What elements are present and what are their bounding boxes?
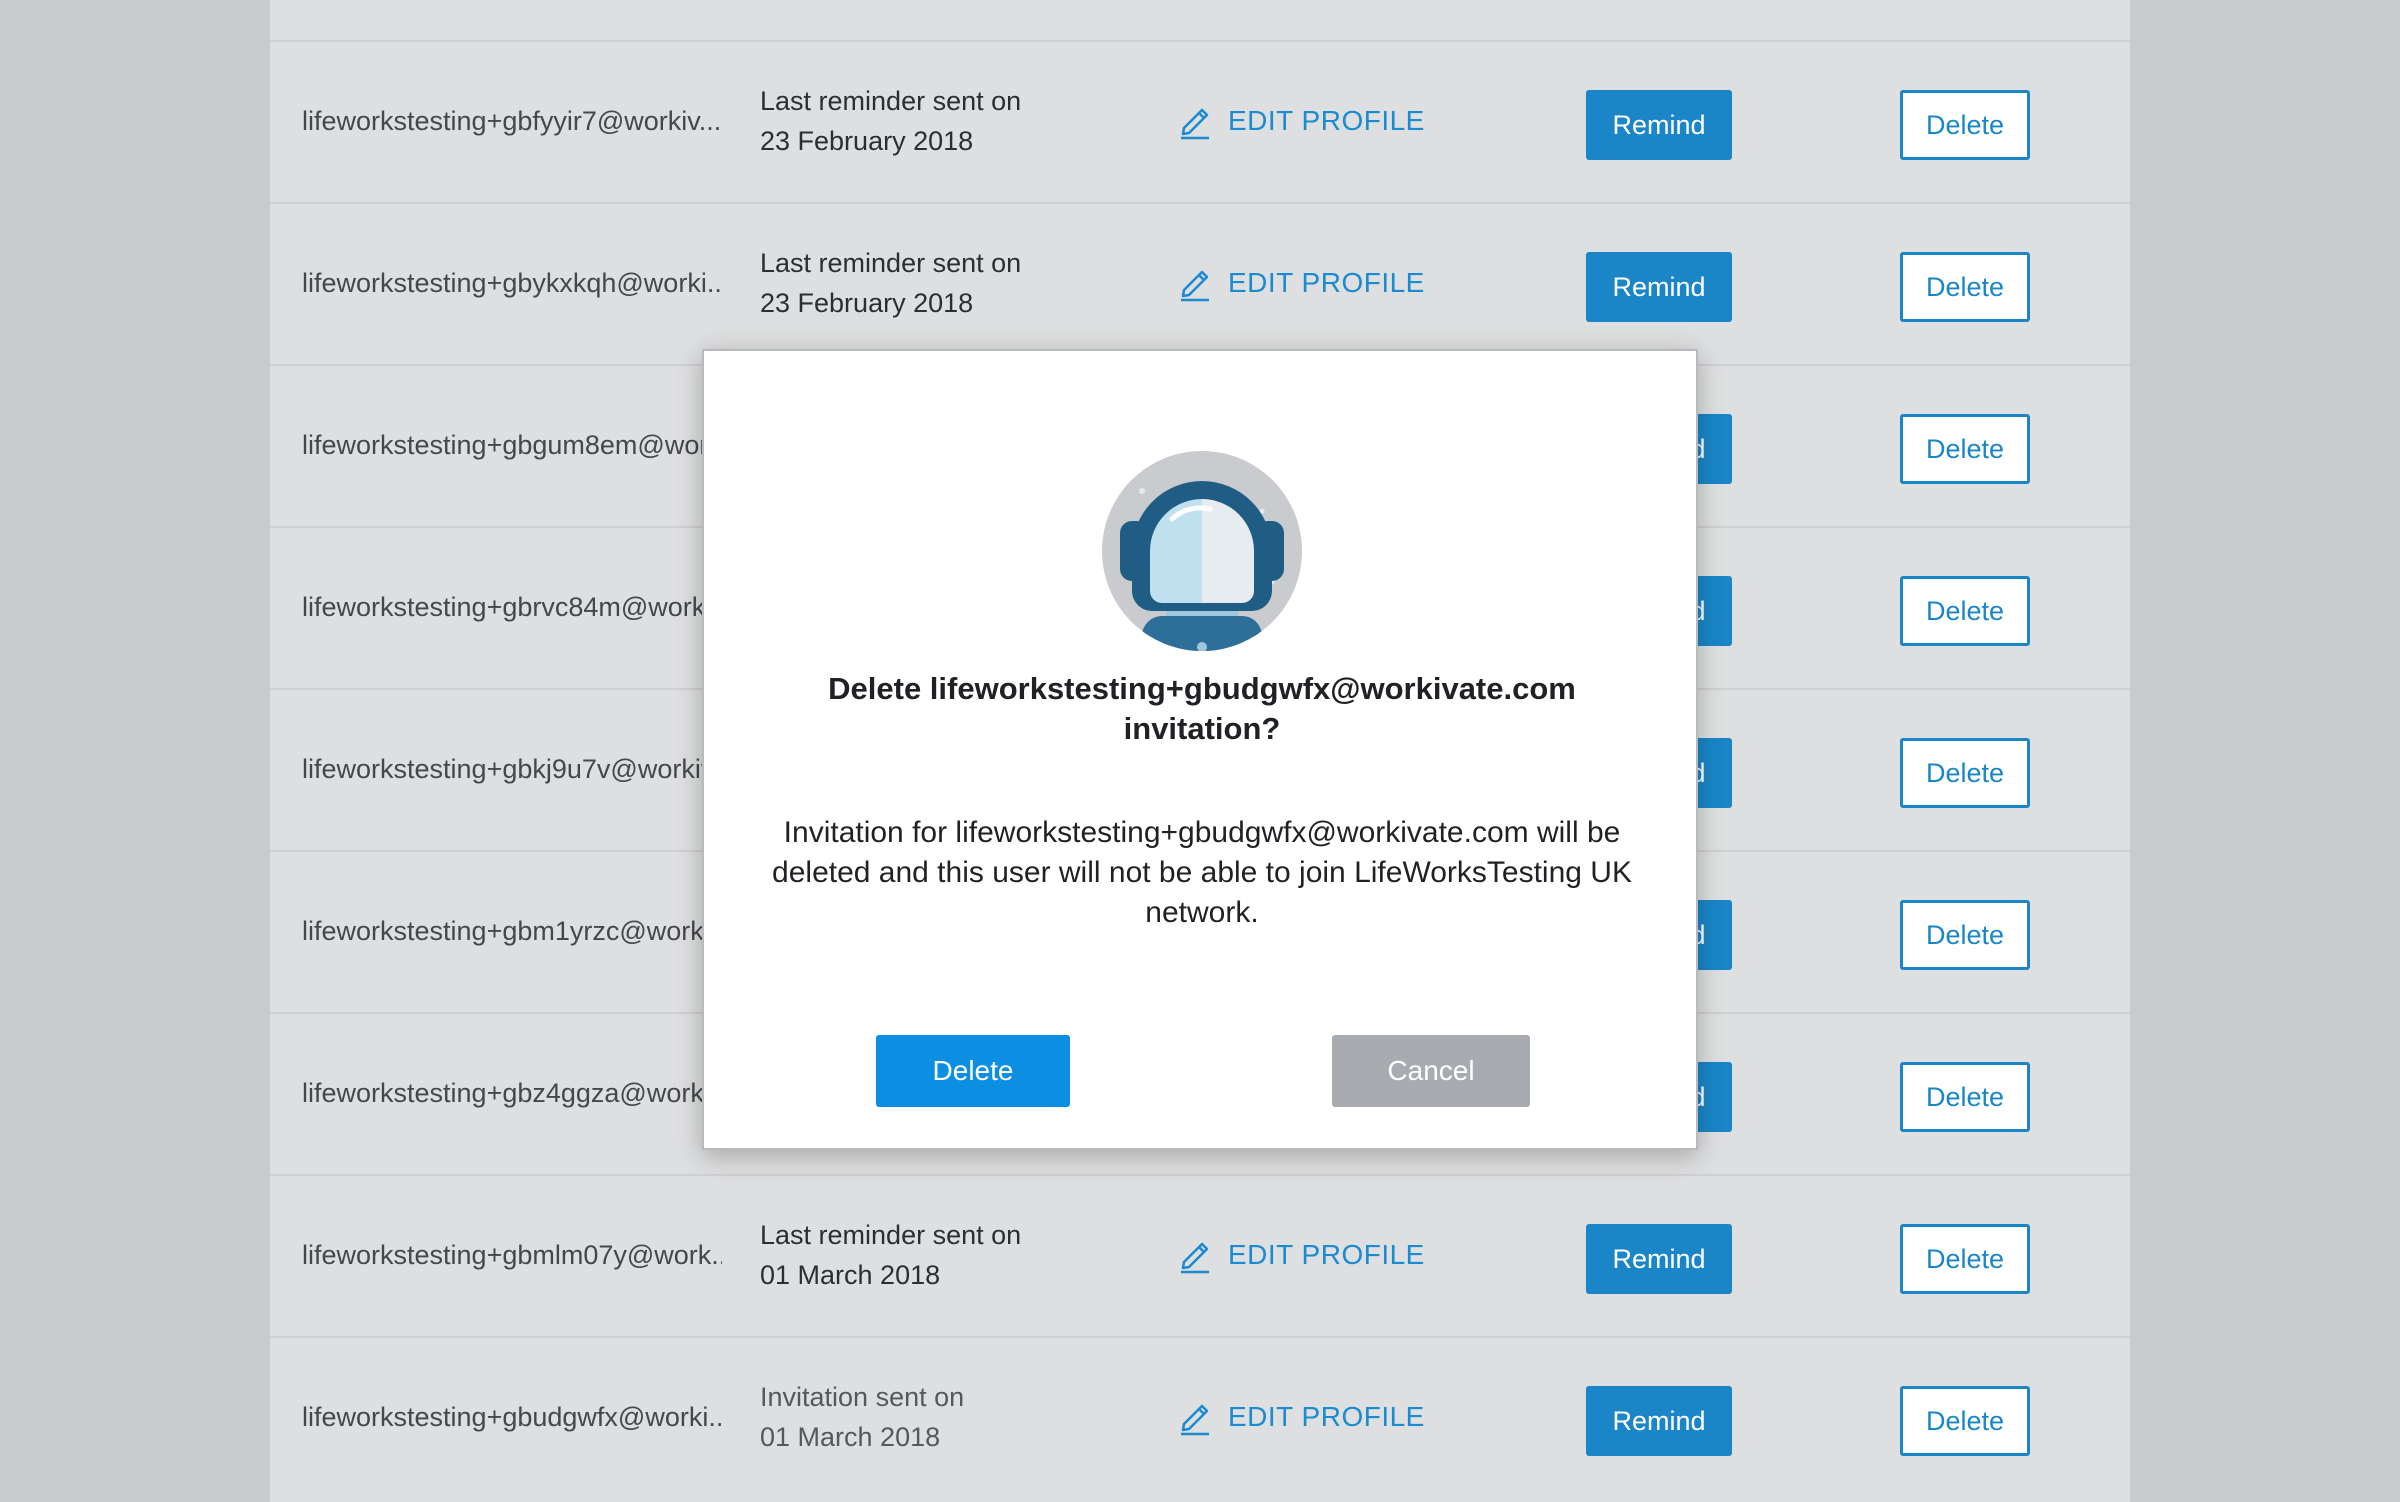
remind-button[interactable]: Remind — [1586, 252, 1732, 322]
delete-button[interactable]: Delete — [1900, 414, 2030, 484]
status-line-1: Last reminder sent on — [760, 1220, 1022, 1250]
edit-profile-label: EDIT PROFILE — [1228, 105, 1425, 136]
delete-button[interactable]: Delete — [1900, 252, 2030, 322]
confirm-delete-button[interactable]: Delete — [876, 1035, 1070, 1107]
status-line-2: 23 February 2018 — [760, 126, 974, 156]
edit-profile-link[interactable]: EDIT PROFILE — [1178, 42, 1425, 200]
remind-button[interactable]: Remind — [1586, 90, 1732, 160]
table-row: lifeworkstesting+gbykxkqh@worki... Last … — [270, 202, 2130, 362]
invite-email: lifeworkstesting+gbudgwfx@worki... — [302, 1401, 722, 1432]
table-row: lifeworkstesting+gbmlm07y@work... Last r… — [270, 1174, 2130, 1334]
delete-button[interactable]: Delete — [1900, 1386, 2030, 1456]
edit-profile-label: EDIT PROFILE — [1228, 1239, 1425, 1270]
edit-profile-label: EDIT PROFILE — [1228, 267, 1425, 298]
edit-profile-link[interactable]: EDIT PROFILE — [1178, 204, 1425, 362]
edit-profile-label: EDIT PROFILE — [1228, 1401, 1425, 1432]
delete-button[interactable]: Delete — [1900, 1224, 2030, 1294]
invite-email: lifeworkstesting+gbmlm07y@work... — [302, 1239, 722, 1270]
invite-status: Last reminder sent on 01 March 2018 — [760, 1176, 1021, 1334]
invite-email: lifeworkstesting+gbrvc84m@worki... — [302, 591, 722, 622]
status-line-2: 23 February 2018 — [760, 288, 974, 318]
invite-email: lifeworkstesting+gbfyyir7@workiv... — [302, 105, 722, 136]
status-line-2: 01 March 2018 — [760, 1260, 941, 1290]
invite-email: lifeworkstesting+gbykxkqh@worki... — [302, 267, 722, 298]
remind-button[interactable]: Remind — [1586, 1224, 1732, 1294]
delete-button[interactable]: Delete — [1900, 1062, 2030, 1132]
invite-email: lifeworkstesting+gbgum8em@wor... — [302, 429, 722, 460]
astronaut-helmet-icon — [1102, 451, 1302, 651]
table-row: lifeworkstesting+gbudgwfx@worki... Invit… — [270, 1336, 2130, 1496]
status-line-1: Last reminder sent on — [760, 86, 1022, 116]
invite-email: lifeworkstesting+gbkj9u7v@workiv... — [302, 753, 722, 784]
pencil-icon — [1178, 1236, 1212, 1274]
dialog-title: Delete lifeworkstesting+gbudgwfx@workiva… — [828, 671, 1576, 746]
table-row-partial — [270, 0, 2130, 42]
pencil-icon — [1178, 1398, 1212, 1436]
edit-profile-link[interactable]: EDIT PROFILE — [1178, 1176, 1425, 1334]
delete-button[interactable]: Delete — [1900, 738, 2030, 808]
invite-email: lifeworkstesting+gbz4ggza@worki... — [302, 1077, 722, 1108]
status-line-1: Invitation sent on — [760, 1382, 965, 1412]
delete-button[interactable]: Delete — [1900, 90, 2030, 160]
cancel-button[interactable]: Cancel — [1332, 1035, 1530, 1107]
delete-button[interactable]: Delete — [1900, 576, 2030, 646]
delete-button[interactable]: Delete — [1900, 900, 2030, 970]
table-row: lifeworkstesting+gbfyyir7@workiv... Last… — [270, 40, 2130, 200]
edit-profile-link[interactable]: EDIT PROFILE — [1178, 1338, 1425, 1496]
pencil-icon — [1178, 264, 1212, 302]
invite-status: Last reminder sent on 23 February 2018 — [760, 42, 1021, 200]
remind-button[interactable]: Remind — [1586, 1386, 1732, 1456]
delete-invitation-dialog: Delete lifeworkstesting+gbudgwfx@workiva… — [702, 349, 1698, 1150]
invite-status: Invitation sent on 01 March 2018 — [760, 1338, 964, 1496]
dialog-message: Invitation for lifeworkstesting+gbudgwfx… — [772, 816, 1632, 929]
invite-email: lifeworkstesting+gbm1yrzc@worki... — [302, 915, 722, 946]
pencil-icon — [1178, 102, 1212, 140]
invite-status: Last reminder sent on 23 February 2018 — [760, 204, 1021, 362]
status-line-2: 01 March 2018 — [760, 1422, 941, 1452]
status-line-1: Last reminder sent on — [760, 248, 1022, 278]
